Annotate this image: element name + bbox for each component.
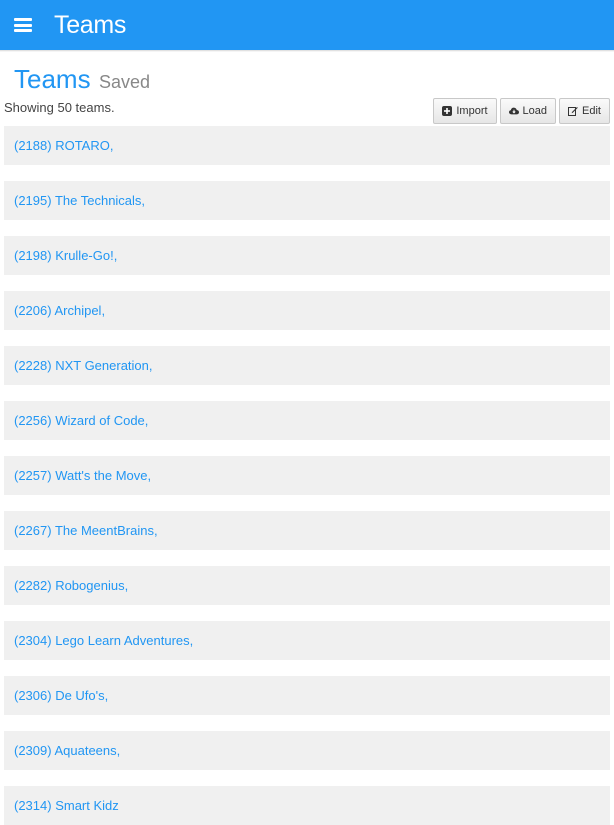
team-list-item[interactable]: (2198) Krulle-Go!,: [4, 236, 610, 275]
import-button-label: Import: [456, 105, 488, 117]
edit-button[interactable]: Edit: [559, 98, 610, 124]
app-title: Teams: [54, 10, 127, 39]
team-list-item[interactable]: (2257) Watt's the Move,: [4, 456, 610, 495]
plus-square-icon: [442, 106, 453, 116]
app-header: Teams: [0, 0, 614, 50]
team-list-item[interactable]: (2206) Archipel,: [4, 291, 610, 330]
team-list-item[interactable]: (2309) Aquateens,: [4, 731, 610, 770]
team-count-text: Showing 50 teams.: [4, 100, 115, 115]
team-list: (2188) ROTARO, (2195) The Technicals, (2…: [0, 126, 614, 825]
page-title: Teams: [14, 64, 91, 94]
page-heading: Teams Saved: [0, 52, 614, 98]
team-list-item[interactable]: (2195) The Technicals,: [4, 181, 610, 220]
page-subtitle: Saved: [99, 72, 151, 92]
team-list-item[interactable]: (2304) Lego Learn Adventures,: [4, 621, 610, 660]
team-list-item[interactable]: (2256) Wizard of Code,: [4, 401, 610, 440]
team-list-item[interactable]: (2228) NXT Generation,: [4, 346, 610, 385]
load-button[interactable]: Load: [499, 98, 557, 124]
team-list-item[interactable]: (2267) The MeentBrains,: [4, 511, 610, 550]
team-list-item[interactable]: (2306) De Ufo's,: [4, 676, 610, 715]
edit-button-label: Edit: [582, 105, 601, 117]
import-button[interactable]: Import: [433, 98, 497, 124]
hamburger-menu-icon[interactable]: [14, 18, 32, 32]
cloud-download-icon: [508, 107, 519, 115]
team-list-item[interactable]: (2188) ROTARO,: [4, 126, 610, 165]
edit-icon: [568, 107, 578, 116]
team-list-item[interactable]: (2282) Robogenius,: [4, 566, 610, 605]
team-list-item[interactable]: (2314) Smart Kidz: [4, 786, 610, 825]
load-button-label: Load: [522, 105, 548, 117]
toolbar-row: Showing 50 teams. Import Load Edit: [0, 98, 614, 126]
action-button-group: Import Load Edit: [433, 98, 610, 124]
